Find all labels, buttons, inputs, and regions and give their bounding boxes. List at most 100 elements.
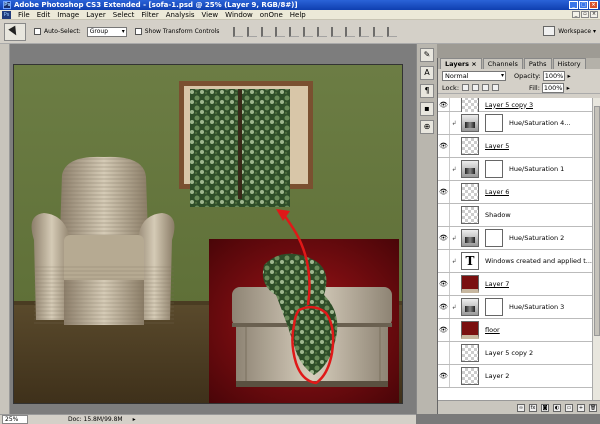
layer-row[interactable]: 👁 ↲ Hue/Saturation 3 [438,296,593,319]
link-layers-icon[interactable]: ∞ [517,403,525,412]
align-bottom-icon[interactable] [261,26,272,37]
menu-filter[interactable]: Filter [141,11,158,19]
menu-onone[interactable]: onOne [260,11,283,19]
menu-image[interactable]: Image [57,11,79,19]
layer-row[interactable]: 👁 Layer 7 [438,273,593,296]
doc-minimize-button[interactable]: _ [572,11,580,18]
new-adjustment-icon[interactable]: ◐ [553,403,561,412]
scrollbar-thumb[interactable] [594,106,600,336]
layer-row[interactable]: 👁 Layer 6 [438,181,593,204]
opacity-field[interactable]: 100% [542,70,571,81]
menu-edit[interactable]: Edit [37,11,51,19]
clipping-arrow-icon: ↲ [451,257,457,265]
distribute-bottom-icon[interactable] [345,26,356,37]
layer-row[interactable]: 👁 Layer 5 [438,135,593,158]
layer-visibility-toggle[interactable]: 👁 [438,135,450,157]
bridge-icon[interactable] [543,26,556,36]
align-top-icon[interactable] [233,26,244,37]
layer-row[interactable]: 👁 floor [438,319,593,342]
doc-close-button[interactable]: × [590,11,598,18]
distribute-hcenter-icon[interactable] [373,26,384,37]
layer-list-scrollbar[interactable] [592,98,600,400]
toolbox-strip[interactable] [0,44,10,414]
menu-select[interactable]: Select [113,11,135,19]
layer-thumbnail [461,344,479,362]
blend-mode-dropdown[interactable]: Normal [442,70,506,81]
layer-visibility-toggle[interactable]: 👁 [438,98,450,111]
tab-layers[interactable]: Layers × [440,58,482,69]
layer-mask-thumbnail[interactable] [485,298,503,316]
align-vcenter-icon[interactable] [247,26,258,37]
layer-row[interactable]: 👁 ↲ Hue/Saturation 2 [438,227,593,250]
add-mask-icon[interactable]: ◙ [541,403,549,412]
layer-mask-thumbnail[interactable] [485,114,503,132]
layer-row[interactable]: 👁 Layer 5 copy 3 [438,98,593,114]
tab-channels[interactable]: Channels [482,58,523,69]
layer-visibility-toggle[interactable]: 👁 [438,319,450,341]
character-icon[interactable]: A [420,66,434,80]
lock-position-icon[interactable] [482,84,490,91]
auto-select-checkbox[interactable] [34,28,41,35]
new-layer-icon[interactable]: + [577,403,585,412]
tab-paths[interactable]: Paths [523,58,552,69]
layer-row[interactable]: Layer 5 copy 2 [438,342,593,365]
layer-row[interactable]: ↲ T Windows created and applied t... [438,250,593,273]
zoom-field[interactable]: 25% [2,415,28,424]
layer-style-icon[interactable]: fx [529,403,537,412]
distribute-left-icon[interactable] [359,26,370,37]
lock-all-icon[interactable] [492,84,500,91]
menu-help[interactable]: Help [290,11,306,19]
maximize-button[interactable]: □ [579,1,588,9]
fill-field[interactable]: 100% [541,82,570,93]
align-left-icon[interactable] [275,26,286,37]
layer-thumbnail [461,114,479,132]
app-menu-icon[interactable]: Ps [2,10,11,19]
menu-analysis[interactable]: Analysis [166,11,195,19]
layer-mask-thumbnail[interactable] [485,160,503,178]
lock-transparency-icon[interactable] [462,84,470,91]
show-transform-checkbox[interactable] [134,28,142,35]
layer-visibility-toggle[interactable]: 👁 [438,273,450,295]
layer-name: Hue/Saturation 4... [509,119,571,127]
status-menu-arrow-icon[interactable]: ▸ [133,416,136,423]
options-bar: Auto-Select: Group Show Transform Contro… [0,20,600,44]
distribute-right-icon[interactable] [387,26,398,37]
layer-row[interactable]: 👁 Layer 2 [438,365,593,388]
layer-visibility-toggle[interactable] [438,112,450,134]
align-right-icon[interactable] [303,26,314,37]
lock-pixels-icon[interactable] [472,84,480,91]
delete-layer-icon[interactable]: 🗑 [589,403,597,412]
align-hcenter-icon[interactable] [289,26,300,37]
layer-visibility-toggle[interactable] [438,158,450,180]
menu-view[interactable]: View [202,11,219,19]
doc-restore-button[interactable]: ▫ [581,11,589,18]
menu-window[interactable]: Window [225,11,253,19]
layer-mask-thumbnail[interactable] [485,229,503,247]
paragraph-icon[interactable]: ¶ [420,84,434,98]
brush-icon[interactable]: ▪ [420,102,434,116]
layer-row[interactable]: ↲ Hue/Saturation 4... [438,112,593,135]
layer-visibility-toggle[interactable] [438,204,450,226]
workspace-menu[interactable]: Workspace ▾ [558,28,596,35]
tools-icon[interactable]: ✎ [420,48,434,62]
distribute-top-icon[interactable] [317,26,328,37]
clone-source-icon[interactable]: ⊕ [420,120,434,134]
layer-visibility-toggle[interactable]: 👁 [438,181,450,203]
layer-visibility-toggle[interactable] [438,342,450,364]
minimize-button[interactable]: _ [569,1,578,9]
layer-visibility-toggle[interactable] [438,250,450,272]
layer-visibility-toggle[interactable]: 👁 [438,365,450,387]
layer-row[interactable]: Shadow [438,204,593,227]
menu-file[interactable]: File [18,11,30,19]
auto-select-dropdown[interactable]: Group [86,26,127,37]
new-group-icon[interactable]: ▭ [565,403,573,412]
layer-row[interactable]: ↲ Hue/Saturation 1 [438,158,593,181]
tab-history[interactable]: History [552,58,586,69]
document-canvas[interactable] [13,64,403,404]
close-button[interactable]: × [589,1,598,9]
move-tool-icon[interactable] [4,22,26,41]
layer-visibility-toggle[interactable]: 👁 [438,296,450,318]
layer-visibility-toggle[interactable]: 👁 [438,227,450,249]
menu-layer[interactable]: Layer [86,11,106,19]
distribute-vcenter-icon[interactable] [331,26,342,37]
